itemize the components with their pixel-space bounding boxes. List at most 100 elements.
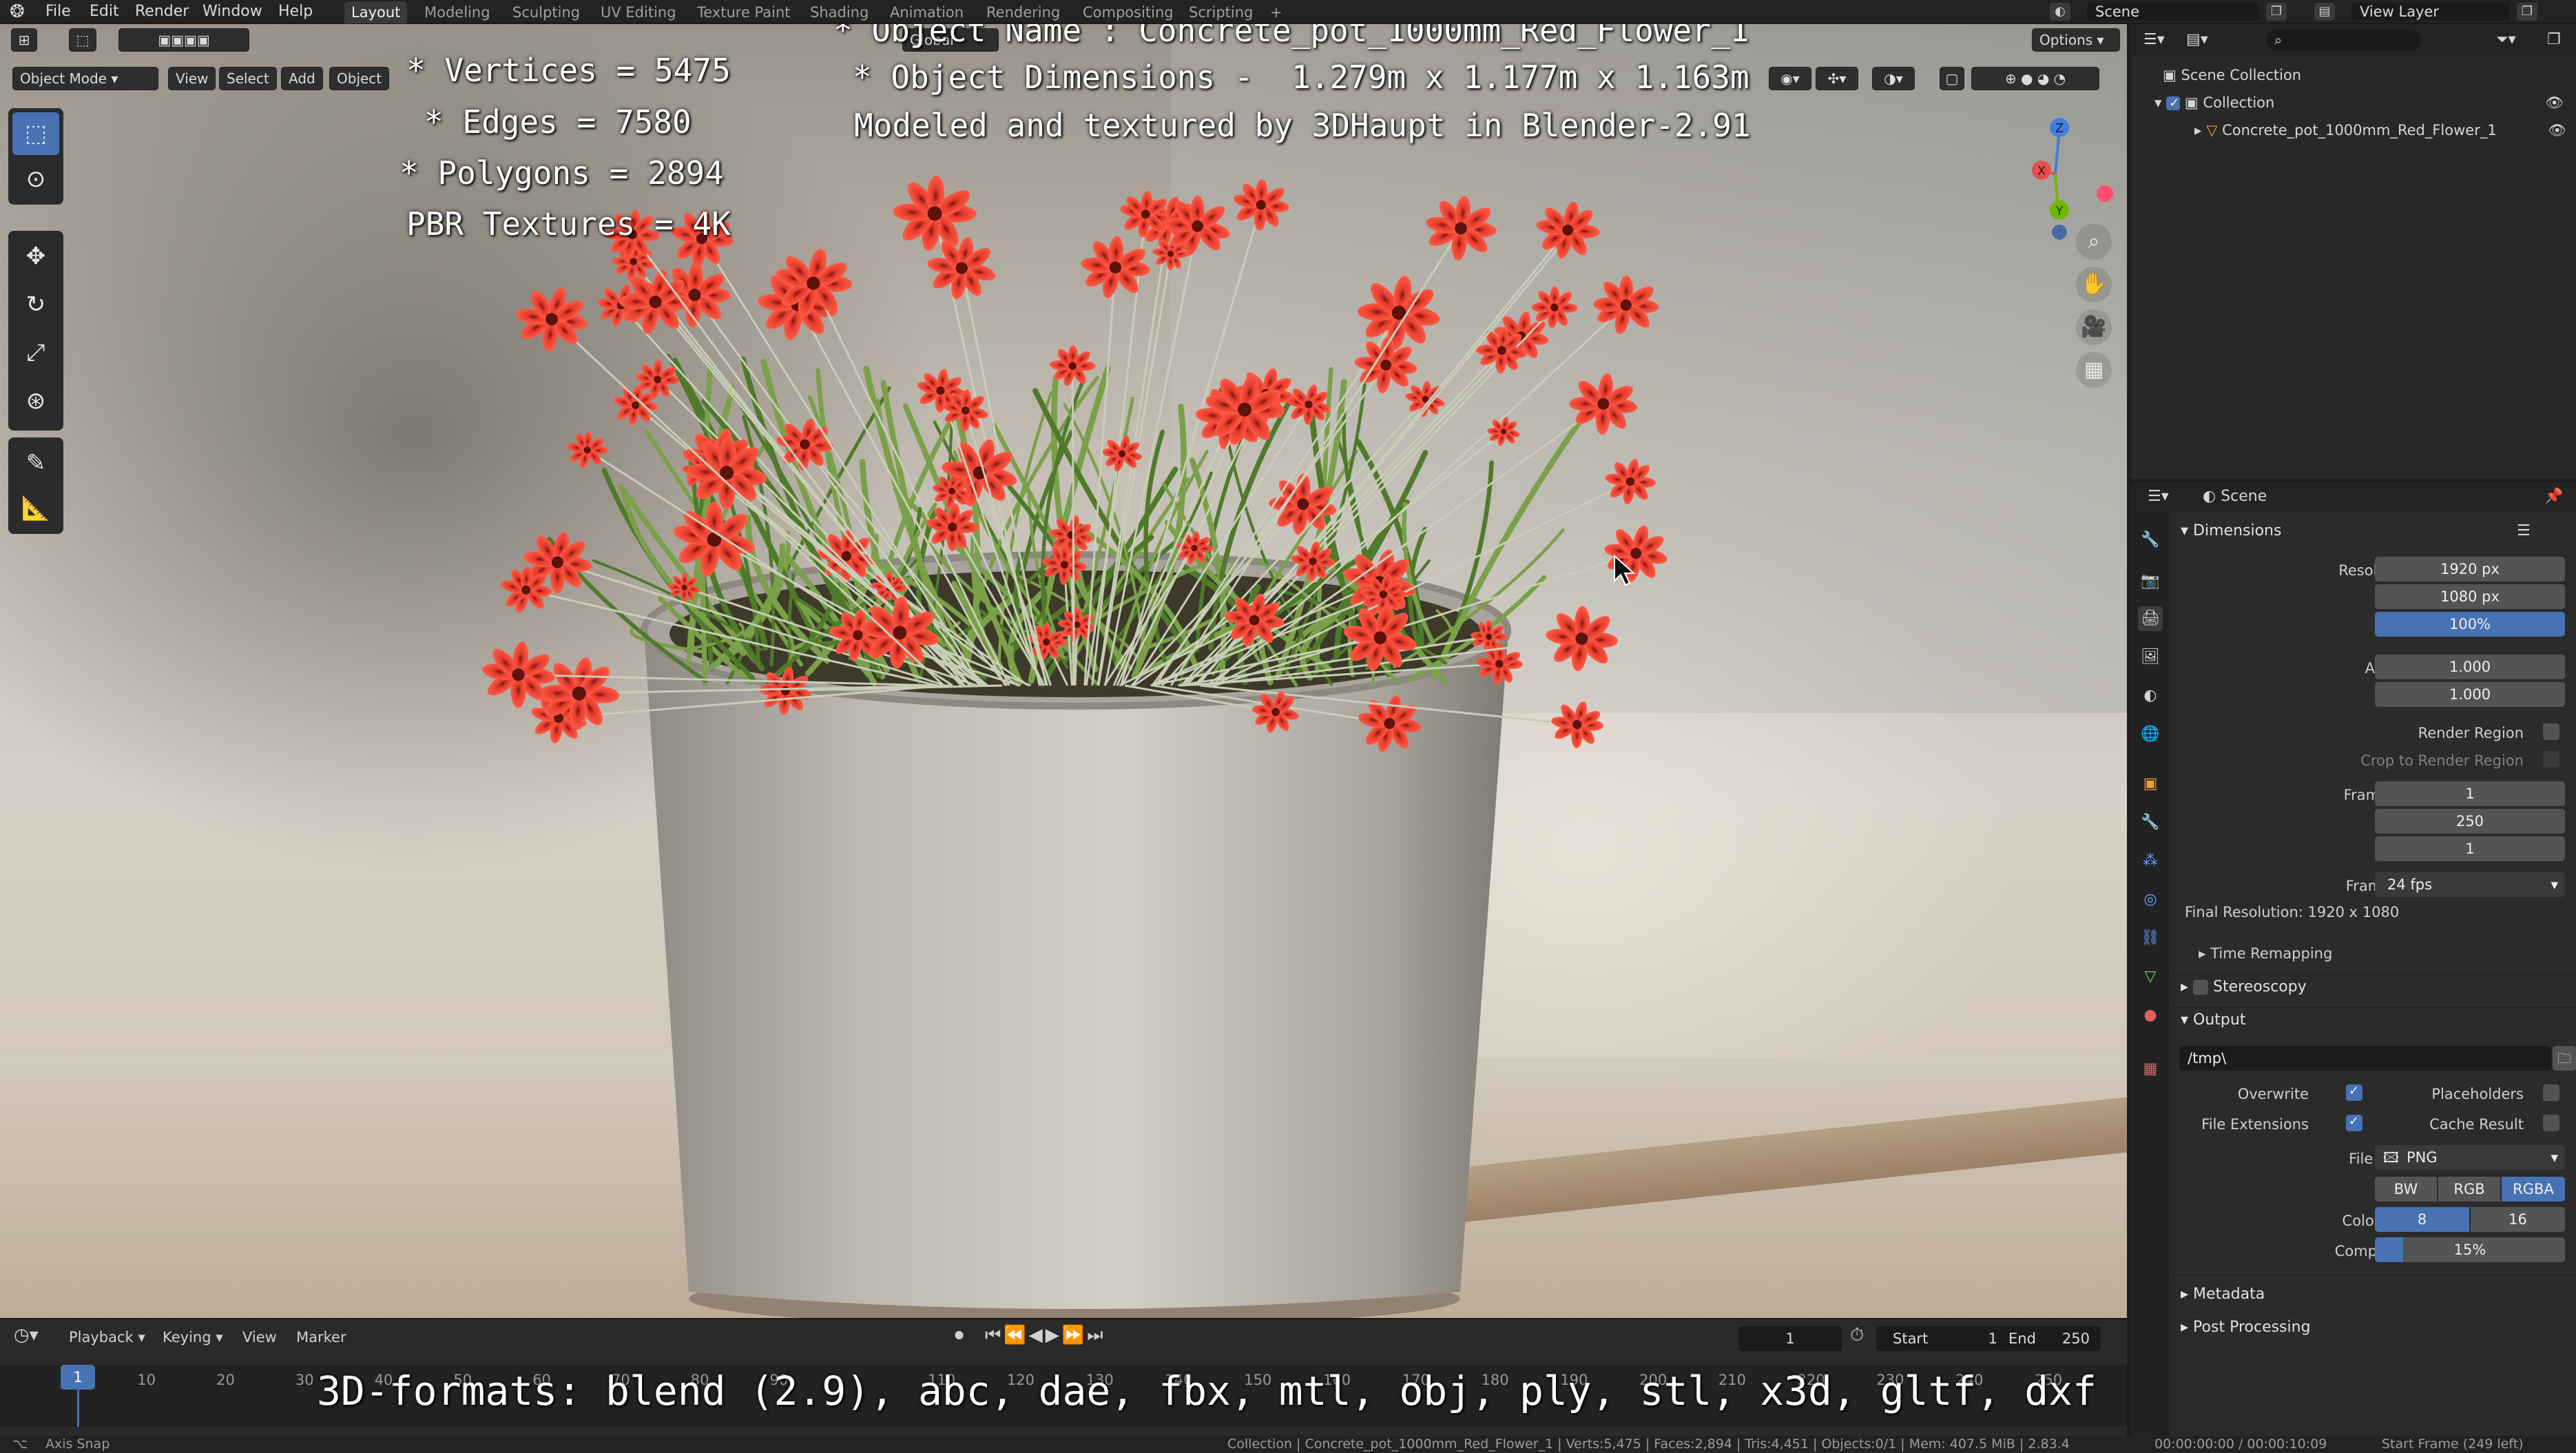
object-row[interactable]: ▸ ▽ Concrete_pot_1000mm_Red_Flower_1 👁 (2194, 122, 2573, 138)
material-tab-icon[interactable]: ● (2138, 1003, 2163, 1028)
timeline-editor-type-icon[interactable]: ◷▾ (14, 1325, 39, 1346)
particles-tab-icon[interactable]: ⁂ (2138, 849, 2163, 874)
perspective-grid-icon[interactable]: ▦ (2076, 352, 2112, 388)
display-mode-icon[interactable]: ▤▾ (2186, 31, 2208, 48)
color-depth-8-button[interactable]: 8 (2375, 1207, 2469, 1232)
frame-step-field[interactable]: 1 (2375, 836, 2565, 861)
annotate-icon[interactable]: ✎ (12, 442, 59, 484)
frame-end-field[interactable]: 250 (2375, 809, 2565, 834)
zoom-icon[interactable]: ⌕ (2076, 224, 2112, 260)
scene-selector[interactable]: Scene (2087, 3, 2259, 21)
object-eye-icon[interactable]: 👁 (2548, 122, 2566, 139)
cursor-icon[interactable]: ⊙ (12, 158, 59, 200)
color-depth-16-button[interactable]: 16 (2471, 1207, 2565, 1232)
object-mode-dropdown[interactable]: Object Mode ▾ (12, 67, 158, 90)
record-icon[interactable]: ⏺ (955, 1325, 964, 1346)
options-dropdown[interactable]: Options ▾ (2032, 28, 2120, 52)
rotate-icon[interactable]: ↻ (12, 283, 59, 326)
scene-collection-row[interactable]: ▣ Scene Collection (2163, 67, 2301, 83)
texture-tab-icon[interactable]: ▦ (2138, 1057, 2163, 1082)
xray-icon[interactable]: ▢ (1940, 67, 1964, 90)
gizmo-toggle-icon[interactable]: ✣▾ (1816, 67, 1858, 90)
output-panel-header[interactable]: ▾ Output (2181, 1011, 2245, 1029)
scene-icon[interactable]: ◐ (2050, 3, 2070, 21)
folder-browse-icon[interactable]: 🗀 (2553, 1046, 2576, 1071)
resolution-x-field[interactable]: 1920 px (2375, 557, 2565, 581)
world-tab-icon[interactable]: 🌐 (2138, 722, 2163, 747)
modifiers-tab-icon[interactable]: 🔧 (2138, 810, 2163, 835)
color-bw-button[interactable]: BW (2375, 1177, 2437, 1202)
metadata-panel-header[interactable]: ▸ Metadata (2181, 1286, 2265, 1303)
new-scene-icon[interactable]: ❐ (2266, 3, 2287, 21)
viewport-menu-select[interactable]: Select (219, 67, 277, 90)
tool-tab-icon[interactable]: 🔧 (2138, 528, 2163, 553)
tab-animation[interactable]: Animation (883, 1, 970, 23)
collection-eye-icon[interactable]: 👁 (2545, 94, 2564, 112)
cache-result-checkbox[interactable] (2543, 1115, 2559, 1131)
color-rgb-button[interactable]: RGB (2438, 1177, 2500, 1202)
render-region-checkbox[interactable] (2543, 723, 2559, 740)
new-view-layer-icon[interactable]: ❐ (2517, 3, 2537, 21)
collection-row[interactable]: ▾ ▣ Collection👁 (2154, 94, 2575, 111)
shading-mode-icons[interactable]: ⊕ ● ◕ ◔ (1971, 67, 2099, 90)
frame-start-field[interactable]: 1 (2375, 781, 2565, 806)
constraints-tab-icon[interactable]: ⛓ (2138, 926, 2163, 951)
timeline-menu-keying[interactable]: Keying ▾ (163, 1329, 223, 1346)
timeline-menu-view[interactable]: View (242, 1329, 277, 1346)
tab-modeling[interactable]: Modeling (417, 1, 497, 23)
tab-scripting[interactable]: Scripting (1182, 1, 1260, 23)
dimensions-panel-header[interactable]: ▾ Dimensions (2181, 522, 2281, 539)
blender-logo-icon[interactable]: ❂ (10, 1, 25, 22)
start-frame-field[interactable]: Start 1 (1876, 1326, 2014, 1351)
tab-layout[interactable]: Layout (344, 1, 408, 23)
tab-texture-paint[interactable]: Texture Paint (690, 1, 798, 23)
camera-view-icon[interactable]: 🎥 (2076, 309, 2112, 345)
render-tab-icon[interactable]: 📷 (2138, 569, 2163, 594)
editor-type-icon[interactable]: ⊞ (11, 28, 37, 52)
file-format-dropdown[interactable]: 🖾 PNG ▾ (2375, 1145, 2565, 1170)
viewport-menu-add[interactable]: Add (281, 67, 323, 90)
measure-icon[interactable]: 📐 (12, 487, 59, 530)
stereoscopy-checkbox[interactable] (2193, 980, 2209, 995)
tab-shading[interactable]: Shading (803, 1, 875, 23)
visibility-icon[interactable]: ◉▾ (1769, 67, 1811, 90)
viewport-menu-object[interactable]: Object (329, 67, 390, 90)
viewport-menu-view[interactable]: View (168, 67, 216, 90)
overlays-icon[interactable]: ◑▾ (1872, 67, 1915, 90)
3d-viewport[interactable]: ⊞ ⬚ ▣▣▣▣ Object Mode ▾ View Select Add O… (0, 24, 2127, 1318)
tab-sculpting[interactable]: Sculpting (506, 1, 587, 23)
end-frame-field[interactable]: End 250 (1997, 1326, 2101, 1351)
color-rgba-button[interactable]: RGBA (2502, 1177, 2565, 1202)
transform-icon[interactable]: ⊛ (12, 380, 59, 422)
collection-checkbox[interactable] (2166, 96, 2181, 110)
resolution-percent-field[interactable]: 100% (2375, 612, 2565, 637)
presets-icon[interactable]: ☰ (2517, 522, 2531, 539)
filter-icon[interactable]: ⏷▾ (2496, 31, 2516, 48)
physics-tab-icon[interactable]: ◎ (2138, 887, 2163, 912)
view-layer-icon[interactable]: ▤ (2314, 3, 2335, 21)
playback-controls-icons[interactable]: ⏮⏪◀▶⏩⏭ (985, 1325, 1106, 1346)
output-tab-icon[interactable]: 🖨 (2138, 606, 2163, 631)
view-layer-tab-icon[interactable]: 🖼 (2138, 645, 2163, 670)
menu-help[interactable]: Help (278, 1, 313, 22)
output-path-field[interactable]: /tmp\ (2179, 1046, 2551, 1071)
timeline-menu-marker[interactable]: Marker (296, 1329, 346, 1346)
tab-rendering[interactable]: Rendering (979, 1, 1067, 23)
tab-uv-editing[interactable]: UV Editing (594, 1, 683, 23)
placeholders-checkbox[interactable] (2543, 1084, 2559, 1101)
compression-slider[interactable]: 15% (2375, 1237, 2565, 1262)
outliner-search-icon[interactable]: ⌕ (2266, 30, 2420, 50)
preview-range-icon[interactable]: ⏱ (1850, 1325, 1864, 1346)
move-icon[interactable]: ✥ (12, 235, 59, 278)
menu-render[interactable]: Render (135, 1, 189, 22)
current-frame-field[interactable]: 1 (1738, 1326, 1842, 1351)
data-tab-icon[interactable]: ▽ (2138, 965, 2163, 989)
new-collection-icon[interactable]: ❐ (2547, 31, 2561, 48)
menu-window[interactable]: Window (202, 1, 262, 22)
playhead[interactable]: 1 (61, 1365, 95, 1390)
pin-icon[interactable]: 📌 (2544, 488, 2563, 505)
time-remapping-subpanel[interactable]: ▸ Time Remapping (2199, 945, 2332, 962)
pan-hand-icon[interactable]: ✋ (2076, 267, 2112, 302)
crop-region-checkbox[interactable] (2543, 751, 2559, 767)
properties-editor-type-icon[interactable]: ☰▾ (2148, 488, 2169, 505)
